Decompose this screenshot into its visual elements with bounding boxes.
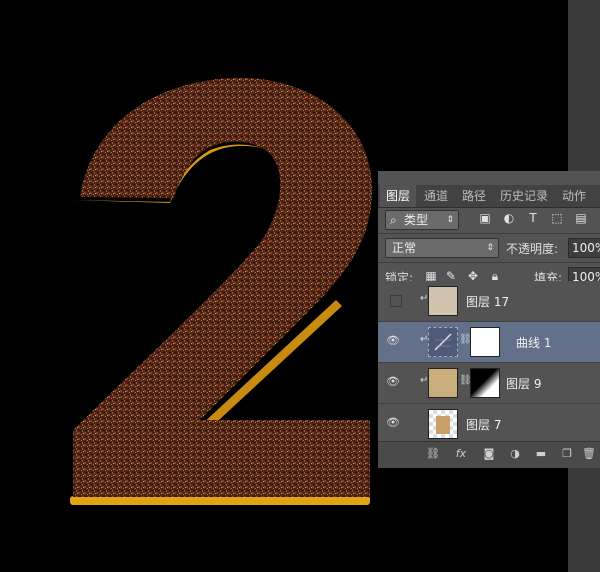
smart-object-filter-icon[interactable]: ▤	[574, 211, 588, 225]
eye-icon[interactable]: 👁︎	[386, 376, 402, 388]
layer-row[interactable]: ↵ 图层 17	[378, 281, 600, 322]
tab-paths[interactable]: 路径	[456, 185, 492, 207]
fx-icon[interactable]: fx	[454, 447, 468, 461]
chevron-updown-icon: ⇕	[486, 243, 494, 253]
opacity-label: 不透明度:	[506, 242, 559, 256]
kind-filter-value: 类型	[404, 213, 429, 227]
panel-tabs: 图层 通道 路径 历史记录 动作	[378, 185, 600, 208]
new-group-icon[interactable]: ▬	[534, 447, 548, 461]
eye-icon[interactable]: 👁︎	[386, 335, 402, 347]
layer-content-preview	[436, 416, 450, 434]
type-filter-icon[interactable]: T	[526, 211, 540, 225]
tab-channels[interactable]: 通道	[418, 185, 454, 207]
layer-row[interactable]: 👁︎ 图层 7	[378, 404, 600, 445]
layer-row-selected[interactable]: 👁︎ ↵ ⛓︎ 曲线 1	[378, 322, 600, 363]
curves-adjustment-icon	[428, 327, 458, 357]
new-layer-icon[interactable]: ❐	[560, 447, 574, 461]
layer-mask-thumbnail	[470, 368, 500, 398]
tab-history[interactable]: 历史记录	[494, 185, 554, 207]
eye-icon[interactable]: 👁︎	[386, 417, 402, 429]
adjustment-filter-icon[interactable]: ◐	[502, 211, 516, 225]
search-icon: ⌕	[390, 213, 397, 227]
divider	[378, 233, 600, 234]
trash-icon[interactable]: 🗑︎	[582, 447, 596, 461]
layer-thumbnail	[428, 286, 458, 316]
tab-actions[interactable]: 动作	[556, 185, 592, 207]
layers-panel: 图层 通道 路径 历史记录 动作 ⌕ 类型 ⇕ ▣ ◐ T ⬚ ▤ 正常 ⇕ 不…	[378, 171, 600, 468]
digit-two-shape	[73, 77, 372, 498]
layer-name: 图层 7	[466, 418, 502, 432]
layer-thumbnail	[428, 368, 458, 398]
kind-filter-select[interactable]: ⌕ 类型 ⇕	[385, 210, 459, 230]
shape-filter-icon[interactable]: ⬚	[550, 211, 564, 225]
visibility-toggle-off[interactable]	[390, 295, 402, 307]
blend-mode-select[interactable]: 正常 ⇕	[385, 238, 499, 258]
blend-mode-value: 正常	[392, 241, 417, 255]
opacity-input[interactable]: 100%	[568, 238, 600, 258]
digit-two-artwork	[70, 77, 372, 505]
layer-mask-thumbnail	[470, 327, 500, 357]
layer-row[interactable]: 👁︎ ↵ ⛓︎ 图层 9	[378, 363, 600, 404]
tab-layers[interactable]: 图层	[380, 185, 416, 207]
layer-thumbnail	[428, 409, 458, 439]
image-filter-icon[interactable]: ▣	[478, 211, 492, 225]
chevron-updown-icon: ⇕	[446, 215, 454, 225]
add-mask-icon[interactable]: ◙	[482, 447, 496, 461]
layer-name: 曲线 1	[516, 336, 552, 350]
layer-name: 图层 17	[466, 295, 510, 309]
layers-panel-footer: ⛓︎ fx ◙ ◑ ▬ ❐ 🗑︎	[378, 441, 600, 468]
layer-name: 图层 9	[506, 377, 542, 391]
divider	[378, 262, 600, 263]
adjustment-layer-icon[interactable]: ◑	[508, 447, 522, 461]
link-layers-icon[interactable]: ⛓︎	[426, 447, 440, 461]
